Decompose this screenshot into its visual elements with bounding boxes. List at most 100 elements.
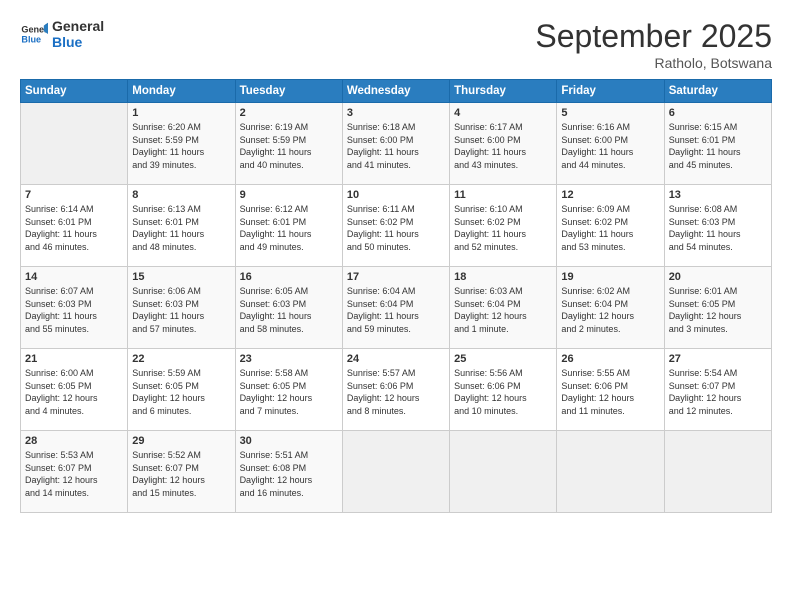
cell-1-4: 11 Sunrise: 6:10 AM Sunset: 6:02 PM Dayli… xyxy=(450,185,557,267)
cell-1-5: 12 Sunrise: 6:09 AM Sunset: 6:02 PM Dayli… xyxy=(557,185,664,267)
day-number: 23 xyxy=(240,353,338,365)
day-number: 10 xyxy=(347,189,445,201)
cell-2-2: 16 Sunrise: 6:05 AM Sunset: 6:03 PM Dayli… xyxy=(235,267,342,349)
week-row-4: 28Sunrise: 5:53 AM Sunset: 6:07 PM Dayli… xyxy=(21,431,772,513)
day-info: Sunrise: 6:15 AM Sunset: 6:01 PM Dayligh… xyxy=(669,121,767,171)
day-number: 2 xyxy=(240,107,338,119)
cell-0-0 xyxy=(21,103,128,185)
day-info: Sunrise: 5:52 AM Sunset: 6:07 PM Dayligh… xyxy=(132,449,230,499)
day-info: Sunrise: 6:12 AM Sunset: 6:01 PM Dayligh… xyxy=(240,203,338,253)
day-number: 1 xyxy=(132,107,230,119)
col-friday: Friday xyxy=(557,80,664,103)
cell-1-3: 10 Sunrise: 6:11 AM Sunset: 6:02 PM Dayli… xyxy=(342,185,449,267)
logo-icon: General Blue xyxy=(20,20,48,48)
cell-3-5: 26Sunrise: 5:55 AM Sunset: 6:06 PM Dayli… xyxy=(557,349,664,431)
day-info: Sunrise: 6:01 AM Sunset: 6:05 PM Dayligh… xyxy=(669,285,767,335)
day-info: Sunrise: 6:19 AM Sunset: 5:59 PM Dayligh… xyxy=(240,121,338,171)
header-row: Sunday Monday Tuesday Wednesday Thursday… xyxy=(21,80,772,103)
cell-1-6: 13Sunrise: 6:08 AM Sunset: 6:03 PM Dayli… xyxy=(664,185,771,267)
week-row-1: 7 Sunrise: 6:14 AM Sunset: 6:01 PM Daylig… xyxy=(21,185,772,267)
day-number: 27 xyxy=(669,353,767,365)
day-info: Sunrise: 6:09 AM Sunset: 6:02 PM Dayligh… xyxy=(561,203,659,253)
day-info: Sunrise: 5:51 AM Sunset: 6:08 PM Dayligh… xyxy=(240,449,338,499)
cell-2-1: 15 Sunrise: 6:06 AM Sunset: 6:03 PM Dayli… xyxy=(128,267,235,349)
svg-text:Blue: Blue xyxy=(21,34,41,44)
day-number: 29 xyxy=(132,435,230,447)
cell-4-0: 28Sunrise: 5:53 AM Sunset: 6:07 PM Dayli… xyxy=(21,431,128,513)
day-info: Sunrise: 6:20 AM Sunset: 5:59 PM Dayligh… xyxy=(132,121,230,171)
day-number: 11 xyxy=(454,189,552,201)
day-number: 6 xyxy=(669,107,767,119)
day-info: Sunrise: 6:02 AM Sunset: 6:04 PM Dayligh… xyxy=(561,285,659,335)
day-info: Sunrise: 5:59 AM Sunset: 6:05 PM Dayligh… xyxy=(132,367,230,417)
cell-0-4: 4 Sunrise: 6:17 AM Sunset: 6:00 PM Daylig… xyxy=(450,103,557,185)
day-info: Sunrise: 5:57 AM Sunset: 6:06 PM Dayligh… xyxy=(347,367,445,417)
day-info: Sunrise: 6:08 AM Sunset: 6:03 PM Dayligh… xyxy=(669,203,767,253)
cell-4-4 xyxy=(450,431,557,513)
col-saturday: Saturday xyxy=(664,80,771,103)
day-info: Sunrise: 6:16 AM Sunset: 6:00 PM Dayligh… xyxy=(561,121,659,171)
col-monday: Monday xyxy=(128,80,235,103)
day-number: 25 xyxy=(454,353,552,365)
week-row-0: 1 Sunrise: 6:20 AM Sunset: 5:59 PM Daylig… xyxy=(21,103,772,185)
day-info: Sunrise: 6:18 AM Sunset: 6:00 PM Dayligh… xyxy=(347,121,445,171)
month-title: September 2025 xyxy=(535,18,772,55)
day-info: Sunrise: 5:58 AM Sunset: 6:05 PM Dayligh… xyxy=(240,367,338,417)
cell-2-5: 19 Sunrise: 6:02 AM Sunset: 6:04 PM Dayli… xyxy=(557,267,664,349)
header: General Blue General Blue September 2025… xyxy=(20,18,772,71)
col-tuesday: Tuesday xyxy=(235,80,342,103)
day-number: 18 xyxy=(454,271,552,283)
day-number: 4 xyxy=(454,107,552,119)
day-number: 24 xyxy=(347,353,445,365)
cell-3-4: 25Sunrise: 5:56 AM Sunset: 6:06 PM Dayli… xyxy=(450,349,557,431)
day-number: 21 xyxy=(25,353,123,365)
day-info: Sunrise: 6:04 AM Sunset: 6:04 PM Dayligh… xyxy=(347,285,445,335)
cell-4-6 xyxy=(664,431,771,513)
cell-0-2: 2 Sunrise: 6:19 AM Sunset: 5:59 PM Daylig… xyxy=(235,103,342,185)
cell-0-1: 1 Sunrise: 6:20 AM Sunset: 5:59 PM Daylig… xyxy=(128,103,235,185)
day-info: Sunrise: 6:13 AM Sunset: 6:01 PM Dayligh… xyxy=(132,203,230,253)
page: General Blue General Blue September 2025… xyxy=(0,0,792,612)
cell-0-6: 6 Sunrise: 6:15 AM Sunset: 6:01 PM Daylig… xyxy=(664,103,771,185)
day-number: 19 xyxy=(561,271,659,283)
day-number: 15 xyxy=(132,271,230,283)
day-number: 12 xyxy=(561,189,659,201)
day-number: 30 xyxy=(240,435,338,447)
logo: General Blue General Blue xyxy=(20,18,104,50)
day-info: Sunrise: 6:11 AM Sunset: 6:02 PM Dayligh… xyxy=(347,203,445,253)
day-info: Sunrise: 6:17 AM Sunset: 6:00 PM Dayligh… xyxy=(454,121,552,171)
day-info: Sunrise: 6:00 AM Sunset: 6:05 PM Dayligh… xyxy=(25,367,123,417)
col-sunday: Sunday xyxy=(21,80,128,103)
cell-4-5 xyxy=(557,431,664,513)
cell-4-1: 29 Sunrise: 5:52 AM Sunset: 6:07 PM Dayli… xyxy=(128,431,235,513)
day-info: Sunrise: 5:55 AM Sunset: 6:06 PM Dayligh… xyxy=(561,367,659,417)
cell-0-5: 5 Sunrise: 6:16 AM Sunset: 6:00 PM Daylig… xyxy=(557,103,664,185)
cell-2-0: 14 Sunrise: 6:07 AM Sunset: 6:03 PM Dayli… xyxy=(21,267,128,349)
day-number: 14 xyxy=(25,271,123,283)
cell-2-3: 17Sunrise: 6:04 AM Sunset: 6:04 PM Dayli… xyxy=(342,267,449,349)
cell-3-6: 27 Sunrise: 5:54 AM Sunset: 6:07 PM Dayli… xyxy=(664,349,771,431)
day-info: Sunrise: 6:03 AM Sunset: 6:04 PM Dayligh… xyxy=(454,285,552,335)
day-info: Sunrise: 6:10 AM Sunset: 6:02 PM Dayligh… xyxy=(454,203,552,253)
day-info: Sunrise: 6:05 AM Sunset: 6:03 PM Dayligh… xyxy=(240,285,338,335)
cell-2-6: 20Sunrise: 6:01 AM Sunset: 6:05 PM Dayli… xyxy=(664,267,771,349)
day-info: Sunrise: 6:06 AM Sunset: 6:03 PM Dayligh… xyxy=(132,285,230,335)
cell-1-0: 7 Sunrise: 6:14 AM Sunset: 6:01 PM Daylig… xyxy=(21,185,128,267)
cell-0-3: 3 Sunrise: 6:18 AM Sunset: 6:00 PM Daylig… xyxy=(342,103,449,185)
day-number: 5 xyxy=(561,107,659,119)
day-number: 3 xyxy=(347,107,445,119)
day-number: 22 xyxy=(132,353,230,365)
col-wednesday: Wednesday xyxy=(342,80,449,103)
day-info: Sunrise: 5:53 AM Sunset: 6:07 PM Dayligh… xyxy=(25,449,123,499)
day-info: Sunrise: 6:14 AM Sunset: 6:01 PM Dayligh… xyxy=(25,203,123,253)
cell-2-4: 18 Sunrise: 6:03 AM Sunset: 6:04 PM Dayli… xyxy=(450,267,557,349)
cell-4-3 xyxy=(342,431,449,513)
cell-3-2: 23 Sunrise: 5:58 AM Sunset: 6:05 PM Dayli… xyxy=(235,349,342,431)
day-info: Sunrise: 6:07 AM Sunset: 6:03 PM Dayligh… xyxy=(25,285,123,335)
week-row-3: 21 Sunrise: 6:00 AM Sunset: 6:05 PM Dayli… xyxy=(21,349,772,431)
cell-1-1: 8Sunrise: 6:13 AM Sunset: 6:01 PM Daylig… xyxy=(128,185,235,267)
day-number: 7 xyxy=(25,189,123,201)
logo-blue: Blue xyxy=(52,34,104,50)
day-info: Sunrise: 5:54 AM Sunset: 6:07 PM Dayligh… xyxy=(669,367,767,417)
day-number: 16 xyxy=(240,271,338,283)
